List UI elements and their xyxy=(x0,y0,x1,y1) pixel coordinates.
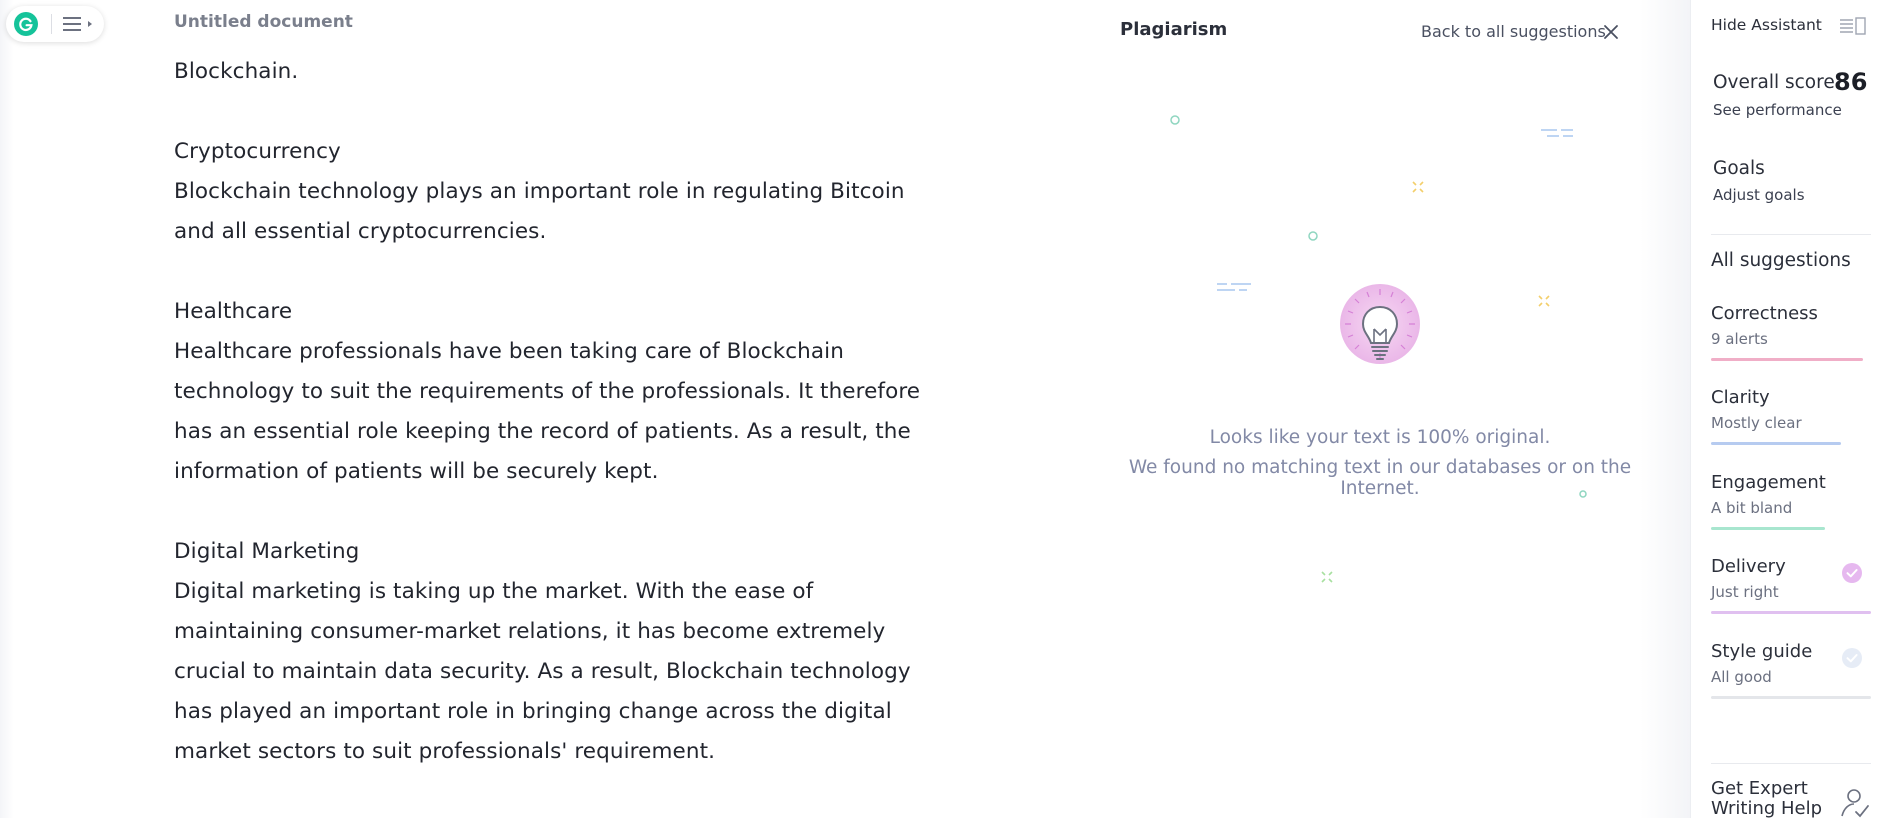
category-style-guide[interactable]: Style guide All good xyxy=(1711,641,1871,699)
goals-label[interactable]: Goals xyxy=(1713,158,1765,179)
category-delivery[interactable]: Delivery Just right xyxy=(1711,556,1871,614)
sidebar-divider xyxy=(1711,234,1871,235)
overall-score-value: 86 xyxy=(1834,68,1868,96)
hide-assistant-button[interactable]: Hide Assistant xyxy=(1711,16,1822,34)
lightbulb-icon xyxy=(1338,283,1422,379)
category-name: Clarity xyxy=(1711,387,1770,408)
category-name: Engagement xyxy=(1711,472,1826,493)
category-clarity[interactable]: Clarity Mostly clear xyxy=(1711,387,1871,445)
adjust-goals-link[interactable]: Adjust goals xyxy=(1713,186,1805,204)
category-bar xyxy=(1711,696,1871,699)
expert-user-icon[interactable] xyxy=(1838,786,1870,818)
category-name: Correctness xyxy=(1711,303,1818,324)
close-icon[interactable] xyxy=(1601,22,1621,42)
document-editor[interactable]: Blockchain. Cryptocurrency Blockchain te… xyxy=(174,52,944,812)
circle-decoration-icon xyxy=(1308,231,1318,241)
sparkle-decoration-icon xyxy=(1412,181,1424,193)
all-suggestions-tab[interactable]: All suggestions xyxy=(1711,250,1851,271)
check-circle-icon xyxy=(1842,648,1862,668)
category-status: A bit bland xyxy=(1711,499,1793,517)
doc-paragraph[interactable]: Digital Marketing Digital marketing is t… xyxy=(174,532,944,772)
category-bar xyxy=(1711,527,1825,530)
sidebar-divider xyxy=(1711,763,1871,764)
dash-decoration-icon xyxy=(1541,129,1573,137)
document-title[interactable]: Untitled document xyxy=(174,12,353,32)
pill-divider xyxy=(51,14,52,34)
left-rail xyxy=(0,0,14,818)
plagiarism-title: Plagiarism xyxy=(1120,19,1228,40)
get-expert-help-button[interactable]: Get Expert Writing Help xyxy=(1711,779,1826,819)
category-bar xyxy=(1711,358,1863,361)
category-correctness[interactable]: Correctness 9 alerts xyxy=(1711,303,1871,361)
category-status: Mostly clear xyxy=(1711,414,1802,432)
doc-paragraph[interactable]: Cryptocurrency Blockchain technology pla… xyxy=(174,132,944,252)
panel-divider xyxy=(1640,0,1690,818)
see-performance-link[interactable]: See performance xyxy=(1713,101,1842,119)
category-status: All good xyxy=(1711,668,1772,686)
sparkle-decoration-icon xyxy=(1321,571,1333,583)
hamburger-menu-icon[interactable] xyxy=(63,15,97,33)
sparkle-decoration-icon xyxy=(1538,295,1550,307)
category-bar xyxy=(1711,442,1841,445)
category-status: Just right xyxy=(1711,583,1779,601)
check-circle-icon xyxy=(1842,563,1862,583)
grammarly-logo-icon[interactable] xyxy=(14,12,38,36)
dash-decoration-icon xyxy=(1217,283,1251,291)
app-menu-pill xyxy=(6,6,104,42)
category-status: 9 alerts xyxy=(1711,330,1768,348)
overall-score-label: Overall score xyxy=(1713,72,1835,93)
original-text-message: Looks like your text is 100% original. xyxy=(1209,427,1551,448)
category-engagement[interactable]: Engagement A bit bland xyxy=(1711,472,1871,530)
doc-paragraph[interactable]: Blockchain. xyxy=(174,52,944,92)
doc-paragraph[interactable]: Healthcare Healthcare professionals have… xyxy=(174,292,944,492)
circle-decoration-icon xyxy=(1170,115,1180,125)
panel-toggle-icon[interactable] xyxy=(1839,16,1867,36)
category-bar xyxy=(1711,611,1871,614)
no-match-message: We found no matching text in our databas… xyxy=(1128,457,1632,499)
back-to-suggestions-link[interactable]: Back to all suggestions xyxy=(1421,22,1606,41)
